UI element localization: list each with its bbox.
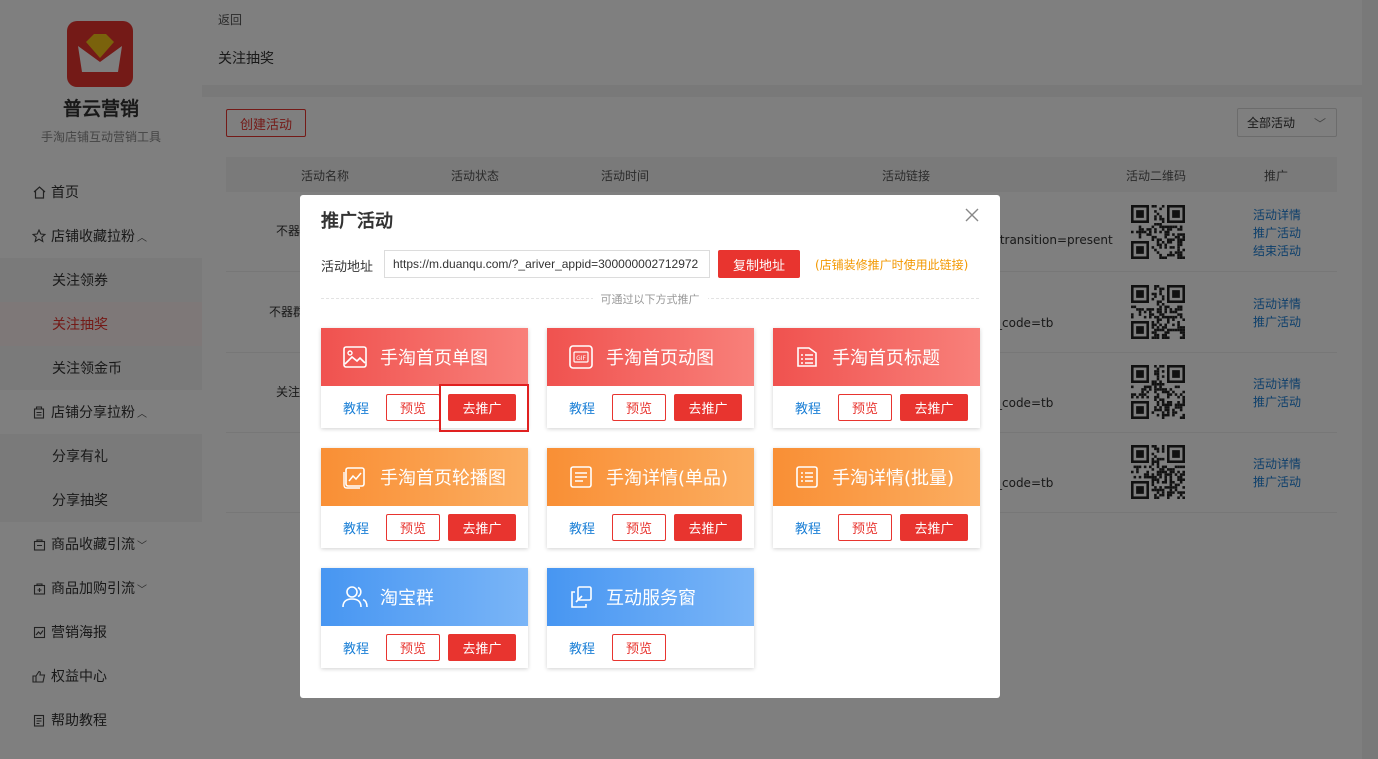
- doc-list-icon: [794, 464, 820, 490]
- card-title: 手淘首页动图: [606, 348, 714, 369]
- preview-button[interactable]: 预览: [386, 634, 440, 661]
- doc-icon: [568, 464, 594, 490]
- carousel-icon: [342, 464, 368, 490]
- close-icon[interactable]: [964, 207, 980, 223]
- card-title: 手淘首页标题: [832, 348, 940, 369]
- promo-card-home-carousel: 手淘首页轮播图 教程 预览 去推广: [321, 448, 528, 548]
- promote-button[interactable]: 去推广: [674, 514, 742, 541]
- promo-card-detail-single: 手淘详情(单品) 教程 预览 去推广: [547, 448, 754, 548]
- window-icon: [568, 584, 594, 610]
- modal-title: 推广活动: [321, 211, 393, 232]
- tutorial-link[interactable]: 教程: [569, 638, 595, 657]
- promote-button[interactable]: 去推广: [448, 514, 516, 541]
- card-title: 手淘首页单图: [380, 348, 488, 369]
- promo-card-home-title: 手淘首页标题 教程 预览 去推广: [773, 328, 980, 428]
- tutorial-link[interactable]: 教程: [343, 518, 369, 537]
- list-icon: [794, 344, 820, 370]
- preview-button[interactable]: 预览: [612, 634, 666, 661]
- svg-text:GIF: GIF: [576, 355, 586, 362]
- promote-button[interactable]: 去推广: [900, 394, 968, 421]
- tutorial-link[interactable]: 教程: [569, 518, 595, 537]
- tutorial-link[interactable]: 教程: [795, 518, 821, 537]
- address-label: 活动地址: [321, 260, 374, 275]
- promo-card-service-window: 互动服务窗 教程 预览: [547, 568, 754, 668]
- card-title: 手淘详情(批量): [832, 468, 955, 489]
- group-icon: [342, 584, 368, 610]
- card-title: 互动服务窗: [606, 588, 696, 609]
- preview-button[interactable]: 预览: [838, 514, 892, 541]
- promo-card-home-gif: GIF 手淘首页动图 教程 预览 去推广: [547, 328, 754, 428]
- tutorial-link[interactable]: 教程: [343, 398, 369, 417]
- preview-button[interactable]: 预览: [386, 514, 440, 541]
- promo-card-taobao-group: 淘宝群 教程 预览 去推广: [321, 568, 528, 668]
- promo-card-detail-batch: 手淘详情(批量) 教程 预览 去推广: [773, 448, 980, 548]
- preview-button[interactable]: 预览: [838, 394, 892, 421]
- divider-label: 可通过以下方式推广: [300, 291, 1000, 307]
- promote-button[interactable]: 去推广: [448, 634, 516, 661]
- tutorial-link[interactable]: 教程: [569, 398, 595, 417]
- promote-button[interactable]: 去推广: [674, 394, 742, 421]
- promote-button[interactable]: 去推广: [900, 514, 968, 541]
- copy-address-button[interactable]: 复制地址: [718, 250, 800, 278]
- preview-button[interactable]: 预览: [386, 394, 440, 421]
- highlight-box: [439, 384, 529, 432]
- gif-icon: GIF: [568, 344, 594, 370]
- tutorial-link[interactable]: 教程: [795, 398, 821, 417]
- tutorial-link[interactable]: 教程: [343, 638, 369, 657]
- card-title: 淘宝群: [380, 588, 434, 609]
- promote-modal: 推广活动 活动地址 https://m.duanqu.com/?_ariver_…: [300, 195, 1000, 698]
- image-icon: [342, 344, 368, 370]
- card-title: 手淘详情(单品): [606, 468, 729, 489]
- preview-button[interactable]: 预览: [612, 394, 666, 421]
- preview-button[interactable]: 预览: [612, 514, 666, 541]
- address-hint: (店铺装修推广时使用此链接): [815, 258, 969, 272]
- activity-address-field[interactable]: https://m.duanqu.com/?_ariver_appid=3000…: [384, 250, 710, 278]
- card-title: 手淘首页轮播图: [380, 468, 506, 489]
